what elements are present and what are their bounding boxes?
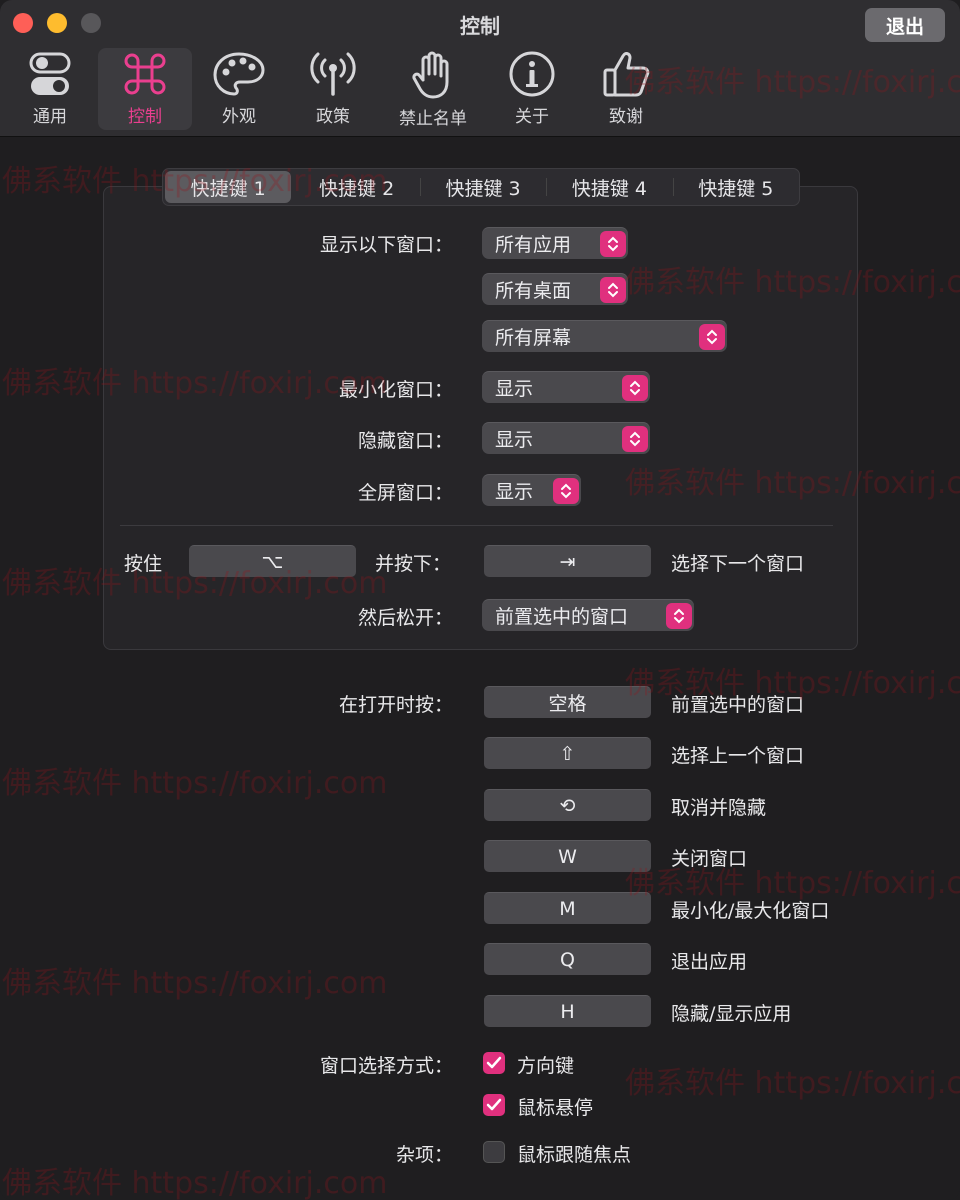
tab-general[interactable]: 通用 — [3, 48, 97, 130]
q-action: 退出应用 — [671, 951, 748, 973]
m-key-recorder[interactable]: M — [484, 892, 651, 924]
shift-key-recorder[interactable]: ⇧ — [484, 737, 651, 769]
apps-popup[interactable]: 所有应用 — [482, 227, 628, 259]
tab-about-label: 关于 — [515, 107, 549, 127]
spaces-popup[interactable]: 所有桌面 — [482, 273, 628, 305]
tab-acknowledgments[interactable]: 致谢 — [579, 48, 673, 130]
hold-label: 按住 — [124, 553, 163, 575]
space-action: 前置选中的窗口 — [671, 694, 805, 716]
arrow-keys-checkbox[interactable] — [483, 1052, 505, 1074]
minimized-popup[interactable]: 显示 — [482, 371, 650, 403]
show-windows-label: 显示以下窗口： — [319, 234, 453, 256]
fullscreen-popup-value: 显示 — [495, 481, 534, 503]
escape-key-recorder[interactable]: ⟲ — [484, 789, 651, 821]
release-popup[interactable]: 前置选中的窗口 — [482, 599, 694, 631]
press-label: 并按下： — [375, 553, 452, 575]
tab-shortcut-2[interactable]: 快捷键 2 — [293, 169, 419, 205]
while-open-label: 在打开时按： — [338, 694, 453, 716]
watermark: 佛系软件 https://foxirj.com — [625, 1066, 960, 1101]
watermark: 佛系软件 https://foxirj.com — [2, 766, 388, 801]
hidden-popup-value: 显示 — [495, 429, 534, 451]
escape-action: 取消并隐藏 — [671, 797, 767, 819]
window-title: 控制 — [460, 14, 500, 38]
q-key-recorder[interactable]: Q — [484, 943, 651, 975]
tab-general-label: 通用 — [33, 107, 67, 127]
preferences-window: 控制 退出 通用 控制 外观 政策 禁止名单 关于 致谢 快捷键 1 快捷键 2… — [0, 0, 960, 1200]
checkmark-icon — [486, 1098, 502, 1111]
command-icon — [124, 53, 166, 95]
apps-popup-value: 所有应用 — [495, 234, 572, 256]
misc-label: 杂项： — [395, 1144, 453, 1166]
release-popup-value: 前置选中的窗口 — [495, 606, 629, 628]
hidden-popup[interactable]: 显示 — [482, 422, 650, 454]
h-key-recorder[interactable]: H — [484, 995, 651, 1027]
selection-label: 窗口选择方式： — [319, 1055, 453, 1077]
chevron-updown-icon — [553, 478, 579, 504]
toggle-icon — [29, 52, 71, 95]
tab-appearance[interactable]: 外观 — [192, 48, 286, 130]
thumbs-up-icon — [603, 52, 650, 97]
m-action: 最小化/最大化窗口 — [671, 900, 830, 922]
press-action: 选择下一个窗口 — [671, 553, 805, 575]
hand-icon — [412, 51, 449, 99]
tab-control[interactable]: 控制 — [98, 48, 192, 130]
w-action: 关闭窗口 — [671, 848, 748, 870]
tab-blacklist-label: 禁止名单 — [399, 109, 467, 129]
chevron-updown-icon — [600, 277, 626, 303]
press-key-recorder[interactable]: ⇥ — [484, 545, 651, 577]
chevron-updown-icon — [666, 603, 692, 629]
tab-shortcut-3[interactable]: 快捷键 3 — [419, 169, 546, 205]
palette-icon — [213, 52, 265, 96]
tab-shortcut-1[interactable]: 快捷键 1 — [165, 171, 292, 203]
fullscreen-popup[interactable]: 显示 — [482, 474, 581, 506]
info-icon — [509, 51, 555, 97]
tab-shortcut-5[interactable]: 快捷键 5 — [672, 169, 799, 205]
screens-popup-value: 所有屏幕 — [495, 327, 572, 349]
spaces-popup-value: 所有桌面 — [495, 280, 572, 302]
chevron-updown-icon — [622, 426, 648, 452]
hold-key-recorder[interactable]: ⌥ — [189, 545, 356, 577]
tab-about[interactable]: 关于 — [485, 48, 579, 130]
chevron-updown-icon — [699, 324, 725, 350]
mouse-hover-checkbox[interactable] — [483, 1094, 505, 1116]
tab-policies[interactable]: 政策 — [286, 48, 380, 130]
checkmark-icon — [486, 1056, 502, 1069]
focus-follows-label: 鼠标跟随焦点 — [517, 1144, 632, 1166]
focus-follows-checkbox[interactable] — [483, 1141, 505, 1163]
mouse-hover-label: 鼠标悬停 — [517, 1097, 594, 1119]
watermark: 佛系软件 https://foxirj.com — [2, 966, 388, 1001]
panel-divider — [120, 525, 833, 526]
fullscreen-label: 全屏窗口： — [357, 482, 453, 504]
shortcut-segmented-control: 快捷键 1 快捷键 2 快捷键 3 快捷键 4 快捷键 5 — [162, 168, 800, 206]
release-label: 然后松开： — [357, 607, 453, 629]
minimized-popup-value: 显示 — [495, 378, 534, 400]
screens-popup[interactable]: 所有屏幕 — [482, 320, 727, 352]
antenna-icon — [310, 52, 356, 96]
tab-blacklist[interactable]: 禁止名单 — [386, 48, 480, 130]
space-key-recorder[interactable]: 空格 — [484, 686, 651, 718]
toolbar: 控制 退出 通用 控制 外观 政策 禁止名单 关于 致谢 — [0, 0, 960, 137]
h-action: 隐藏/显示应用 — [671, 1003, 792, 1025]
preferences-tabs: 通用 控制 外观 政策 禁止名单 关于 致谢 — [0, 48, 960, 134]
arrow-keys-label: 方向键 — [517, 1055, 575, 1077]
tab-shortcut-4[interactable]: 快捷键 4 — [546, 169, 672, 205]
chevron-updown-icon — [600, 231, 626, 257]
tab-appearance-label: 外观 — [222, 107, 256, 127]
tab-acknowledgments-label: 致谢 — [609, 107, 643, 127]
w-key-recorder[interactable]: W — [484, 840, 651, 872]
tab-control-label: 控制 — [128, 107, 162, 127]
shift-action: 选择上一个窗口 — [671, 745, 805, 767]
chevron-updown-icon — [622, 375, 648, 401]
tab-policies-label: 政策 — [316, 107, 350, 127]
quit-button[interactable]: 退出 — [865, 8, 945, 42]
minimized-label: 最小化窗口： — [338, 379, 453, 401]
hidden-label: 隐藏窗口： — [357, 430, 453, 452]
